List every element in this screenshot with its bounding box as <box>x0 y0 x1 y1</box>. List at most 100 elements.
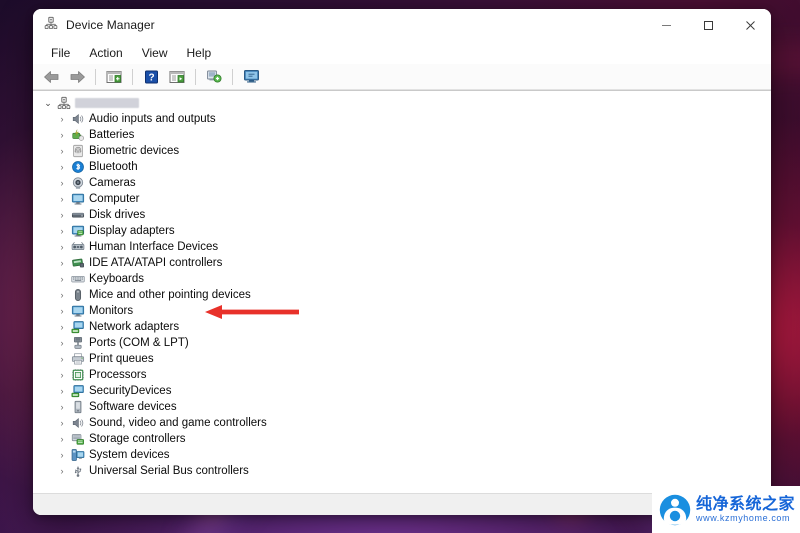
tree-item-computer[interactable]: › Computer <box>39 191 771 207</box>
menu-item-action[interactable]: Action <box>80 44 131 62</box>
scan-for-hardware-changes-icon[interactable] <box>202 66 226 88</box>
tree-item-label: Print queues <box>89 353 154 365</box>
chevron-right-icon[interactable]: › <box>55 431 69 447</box>
window-controls <box>645 9 771 41</box>
menu-item-file[interactable]: File <box>42 44 79 62</box>
tree-item-keyboards[interactable]: › Keyboards <box>39 271 771 287</box>
help-icon[interactable]: ? <box>139 66 163 88</box>
chevron-right-icon[interactable]: › <box>55 207 69 223</box>
tree-item-processors[interactable]: › Processors <box>39 367 771 383</box>
tree-item-disk-drives[interactable]: › Disk drives <box>39 207 771 223</box>
tree-item-audio-inputs-and-outputs[interactable]: › Audio inputs and outputs <box>39 111 771 127</box>
tree-item-universal-serial-bus-controllers[interactable]: › Universal Serial Bus controllers <box>39 463 771 479</box>
system-device-icon <box>69 447 86 463</box>
camera-icon <box>69 175 86 191</box>
chevron-down-icon[interactable]: ⌄ <box>41 95 55 111</box>
chevron-right-icon[interactable]: › <box>55 399 69 415</box>
tree-item-biometric-devices[interactable]: › Biometric devices <box>39 143 771 159</box>
tree-item-display-adapters[interactable]: › Display adapters <box>39 223 771 239</box>
tree-item-ide-ata-atapi-controllers[interactable]: › IDE ATA/ATAPI controllers <box>39 255 771 271</box>
device-tree: ⌄ › Audio inputs and outputs › Batteries… <box>33 95 771 479</box>
device-manager-window: Device Manager File Action View Help ? ⌄… <box>33 9 771 515</box>
toolbar-separator-2 <box>132 68 133 85</box>
tree-root-node[interactable]: ⌄ <box>39 95 771 111</box>
chevron-right-icon[interactable]: › <box>55 303 69 319</box>
chevron-right-icon[interactable]: › <box>55 463 69 479</box>
battery-icon <box>69 127 86 143</box>
chevron-right-icon[interactable]: › <box>55 127 69 143</box>
tree-item-label: Display adapters <box>89 225 175 237</box>
chevron-right-icon[interactable]: › <box>55 175 69 191</box>
chevron-right-icon[interactable]: › <box>55 159 69 175</box>
device-tree-panel[interactable]: ⌄ › Audio inputs and outputs › Batteries… <box>33 90 771 493</box>
menu-item-help[interactable]: Help <box>178 44 221 62</box>
chevron-right-icon[interactable]: › <box>55 367 69 383</box>
fingerprint-icon <box>69 143 86 159</box>
chevron-right-icon[interactable]: › <box>55 239 69 255</box>
forward-icon[interactable] <box>65 66 89 88</box>
tree-item-label: Software devices <box>89 401 177 413</box>
chevron-right-icon[interactable]: › <box>55 447 69 463</box>
tree-item-network-adapters[interactable]: › Network adapters <box>39 319 771 335</box>
tree-item-label: Processors <box>89 369 147 381</box>
tree-item-bluetooth[interactable]: › Bluetooth <box>39 159 771 175</box>
tree-item-label: Bluetooth <box>89 161 138 173</box>
tree-item-print-queues[interactable]: › Print queues <box>39 351 771 367</box>
chevron-right-icon[interactable]: › <box>55 271 69 287</box>
properties-icon[interactable] <box>102 66 126 88</box>
tree-item-human-interface-devices[interactable]: › Human Interface Devices <box>39 239 771 255</box>
ide-controller-icon <box>69 255 86 271</box>
menu-bar: File Action View Help <box>33 41 771 64</box>
tree-item-label: Computer <box>89 193 140 205</box>
tree-item-system-devices[interactable]: › System devices <box>39 447 771 463</box>
tree-item-label: Cameras <box>89 177 136 189</box>
chevron-right-icon[interactable]: › <box>55 415 69 431</box>
tree-item-label: SecurityDevices <box>89 385 172 397</box>
disk-drive-icon <box>69 207 86 223</box>
show-hidden-devices-icon[interactable] <box>165 66 189 88</box>
device-manager-icon <box>44 16 58 35</box>
chevron-right-icon[interactable]: › <box>55 255 69 271</box>
tree-item-cameras[interactable]: › Cameras <box>39 175 771 191</box>
chevron-right-icon[interactable]: › <box>55 143 69 159</box>
tree-item-ports-com-and-lpt[interactable]: › Ports (COM & LPT) <box>39 335 771 351</box>
tree-item-monitors[interactable]: › Monitors <box>39 303 771 319</box>
tree-item-label: System devices <box>89 449 170 461</box>
minimize-button[interactable] <box>645 9 687 41</box>
tree-item-label: Network adapters <box>89 321 180 333</box>
tree-item-software-devices[interactable]: › Software devices <box>39 399 771 415</box>
toolbar-separator-1 <box>95 68 96 85</box>
usb-controller-icon <box>69 463 86 479</box>
chevron-right-icon[interactable]: › <box>55 191 69 207</box>
chevron-right-icon[interactable]: › <box>55 383 69 399</box>
tree-item-batteries[interactable]: › Batteries <box>39 127 771 143</box>
tree-item-securitydevices[interactable]: › SecurityDevices <box>39 383 771 399</box>
monitor-icon <box>69 191 86 207</box>
chevron-right-icon[interactable]: › <box>55 319 69 335</box>
toolbar-separator-3 <box>195 68 196 85</box>
maximize-button[interactable] <box>687 9 729 41</box>
menu-item-view[interactable]: View <box>133 44 177 62</box>
bluetooth-icon <box>69 159 86 175</box>
tree-item-label: Batteries <box>89 129 135 141</box>
tree-item-sound-video-and-game-controllers[interactable]: › Sound, video and game controllers <box>39 415 771 431</box>
chevron-right-icon[interactable]: › <box>55 335 69 351</box>
chevron-right-icon[interactable]: › <box>55 351 69 367</box>
tree-item-storage-controllers[interactable]: › Storage controllers <box>39 431 771 447</box>
tree-item-mice-and-other-pointing-devices[interactable]: › Mice and other pointing devices <box>39 287 771 303</box>
tree-item-label: Ports (COM & LPT) <box>89 337 189 349</box>
display-adapter-icon <box>69 223 86 239</box>
close-button[interactable] <box>729 9 771 41</box>
update-driver-icon[interactable] <box>239 66 263 88</box>
mouse-icon <box>69 287 86 303</box>
tree-item-label: Disk drives <box>89 209 146 221</box>
title-bar: Device Manager <box>33 9 771 41</box>
kzmyhome-logo-icon <box>659 494 691 525</box>
tree-item-label: Audio inputs and outputs <box>89 113 216 125</box>
chevron-right-icon[interactable]: › <box>55 111 69 127</box>
back-icon[interactable] <box>39 66 63 88</box>
watermark: 纯净系统之家 www.kzmyhome.com <box>652 486 800 533</box>
watermark-brand: 纯净系统之家 <box>696 494 796 513</box>
chevron-right-icon[interactable]: › <box>55 223 69 239</box>
chevron-right-icon[interactable]: › <box>55 287 69 303</box>
